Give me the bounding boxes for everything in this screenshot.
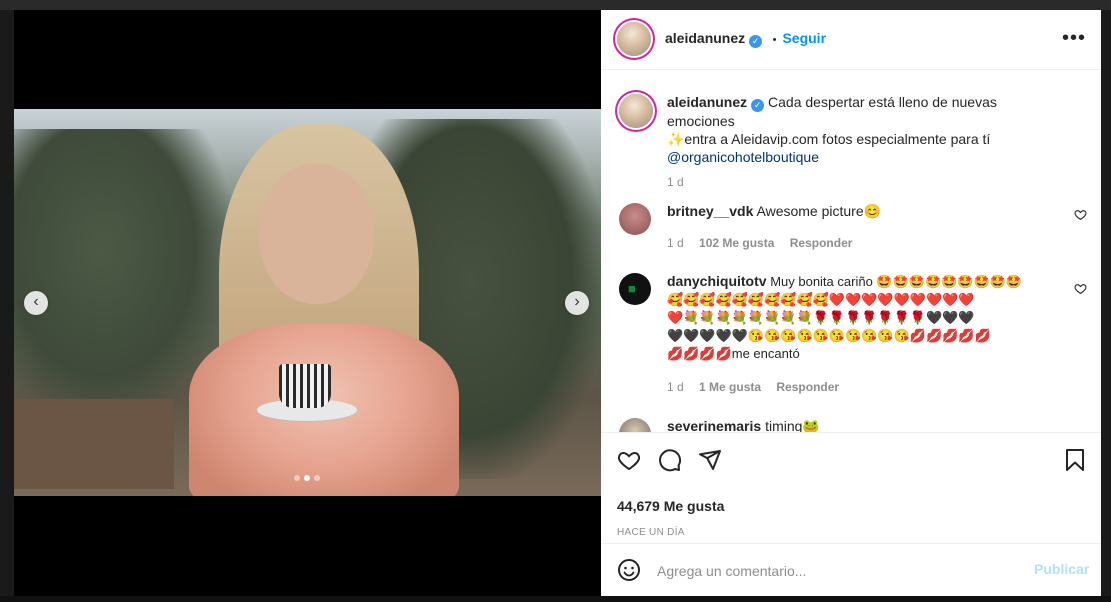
emoji-icon[interactable] xyxy=(617,558,641,582)
comment-body: Awesome picture😊 xyxy=(756,203,882,219)
comment-username[interactable]: britney__vdk xyxy=(667,203,753,219)
likes-count[interactable]: 44,679 Me gusta xyxy=(617,498,724,514)
caption-age[interactable]: 1 d xyxy=(667,175,684,189)
heart-icon[interactable] xyxy=(617,448,641,472)
comment-avatar[interactable] xyxy=(619,418,651,432)
post-photo[interactable] xyxy=(14,109,601,496)
verified-badge-icon: ✓ xyxy=(751,99,765,112)
comment-body: ❤️💐💐💐💐💐💐💐💐🌹🌹🌹🌹🌹🌹🌹🖤🖤🖤 xyxy=(667,310,975,325)
reply-button[interactable]: Responder xyxy=(776,380,839,394)
carousel-prev-button[interactable]: ‹ xyxy=(24,291,48,315)
carousel-dot-active xyxy=(304,475,310,481)
chevron-left-icon: ‹ xyxy=(33,293,39,310)
share-icon[interactable] xyxy=(698,448,722,472)
carousel-dot xyxy=(314,475,320,481)
reply-button[interactable]: Responder xyxy=(790,236,853,250)
comment-meta: 1 d 1 Me gusta Responder xyxy=(667,378,851,396)
photo-person-face xyxy=(259,164,374,304)
comment-username[interactable]: danychiquitotv xyxy=(667,273,767,289)
carousel-dots xyxy=(294,475,320,481)
bookmark-icon[interactable] xyxy=(1063,448,1087,472)
comment-text: danychiquitotv Muy bonita cariño 🤩🤩🤩🤩🤩🤩🤩… xyxy=(667,272,1067,363)
comment-meta: 1 d 102 Me gusta Responder xyxy=(667,234,864,252)
separator-dot: • xyxy=(772,34,777,46)
author-username[interactable]: aleidanunez xyxy=(665,30,745,46)
publish-button[interactable]: Publicar xyxy=(1034,561,1089,577)
comment-body: Muy bonita cariño 🤩🤩🤩🤩🤩🤩🤩🤩🤩 xyxy=(770,274,1023,289)
comment-input[interactable] xyxy=(655,558,1019,584)
caption-line: ✨entra a Aleidavip.com fotos especialmen… xyxy=(667,131,991,147)
post-sidebar: aleidanunez ✓ • Seguir ••• aleidanunez ✓ Ca… xyxy=(601,10,1101,596)
flag-avatar-icon: ■ xyxy=(628,281,636,296)
follow-button[interactable]: Seguir xyxy=(782,30,826,46)
more-options-icon[interactable]: ••• xyxy=(1062,28,1086,48)
comment-body: 🖤🖤🖤🖤🖤😘😘😘😘😘😘😘😘😘😘💋💋💋💋💋 xyxy=(667,328,991,343)
post-media: ‹ › xyxy=(14,10,601,596)
add-comment-bar: Publicar xyxy=(601,543,1101,597)
comment-avatar[interactable] xyxy=(619,203,651,235)
carousel-dot xyxy=(294,475,300,481)
post-time[interactable]: HACE UN DÍA xyxy=(617,527,685,538)
comments-list[interactable]: aleidanunez ✓ Cada despertar está lleno d… xyxy=(601,70,1101,432)
comment-body: 💋💋💋💋me encantó xyxy=(667,346,800,361)
comment-age[interactable]: 1 d xyxy=(667,380,684,394)
backdrop-left xyxy=(0,10,14,602)
post-actions: 44,679 Me gusta HACE UN DÍA xyxy=(601,432,1101,544)
verified-badge-icon: ✓ xyxy=(749,35,763,48)
carousel-next-button[interactable]: › xyxy=(565,291,589,315)
comment-likes[interactable]: 102 Me gusta xyxy=(699,236,774,250)
heart-icon[interactable] xyxy=(1074,208,1087,221)
comment-age[interactable]: 1 d xyxy=(667,236,684,250)
caption-username[interactable]: aleidanunez xyxy=(667,94,747,110)
author-info: aleidanunez ✓ • Seguir xyxy=(665,30,826,48)
post-header: aleidanunez ✓ • Seguir ••• xyxy=(601,10,1101,70)
photo-cup xyxy=(279,364,331,408)
comment-text: severinemaris timing🐸 xyxy=(667,417,1067,432)
caption-avatar[interactable] xyxy=(619,94,653,128)
caption-meta: 1 d xyxy=(667,173,696,191)
comment-body: 🥰🥰🥰🥰🥰🥰🥰🥰🥰🥰❤️❤️❤️❤️❤️❤️❤️❤️❤️ xyxy=(667,292,975,307)
comment-likes[interactable]: 1 Me gusta xyxy=(699,380,761,394)
caption-mention[interactable]: @organicohotelboutique xyxy=(667,149,819,165)
comment-avatar[interactable]: ■ xyxy=(619,273,651,305)
backdrop-top xyxy=(0,0,1111,10)
comment-username[interactable]: severinemaris xyxy=(667,418,761,432)
comment-text: britney__vdk Awesome picture😊 xyxy=(667,202,1067,220)
photo-planter xyxy=(14,399,174,489)
comment-body: timing🐸 xyxy=(765,418,820,432)
caption-text-block: aleidanunez ✓ Cada despertar está lleno d… xyxy=(667,93,1067,166)
comment-icon[interactable] xyxy=(658,448,682,472)
author-avatar[interactable] xyxy=(617,22,651,56)
backdrop-right xyxy=(1101,10,1111,602)
chevron-right-icon: › xyxy=(574,293,580,310)
heart-icon[interactable] xyxy=(1074,282,1087,295)
